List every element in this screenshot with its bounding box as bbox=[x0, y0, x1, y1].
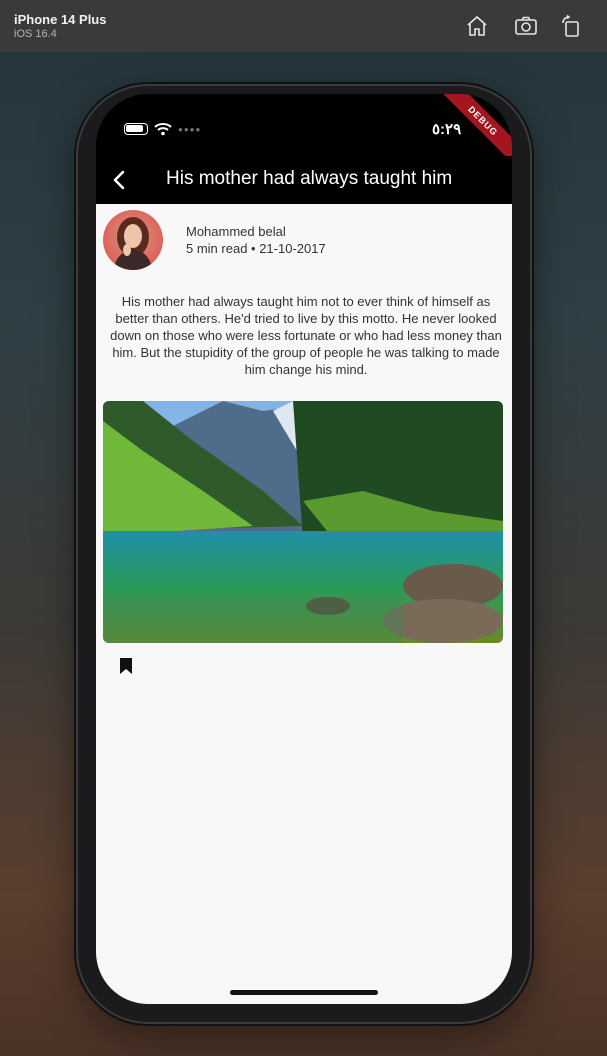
screenshot-icon[interactable] bbox=[514, 14, 538, 38]
bookmark-button[interactable] bbox=[118, 656, 134, 676]
rotate-icon[interactable] bbox=[559, 14, 583, 38]
avatar[interactable] bbox=[103, 210, 163, 270]
home-indicator[interactable] bbox=[230, 990, 378, 995]
app-bar: His mother had always taught him bbox=[96, 156, 512, 204]
author-name: Mohammed belal bbox=[186, 224, 286, 239]
article-body: Mohammed belal 5 min read • 21-10-2017 H… bbox=[96, 204, 512, 1004]
status-time: ٥:٢٩ bbox=[432, 121, 462, 138]
os-version: iOS 16.4 bbox=[14, 28, 57, 40]
device-name: iPhone 14 Plus bbox=[14, 12, 107, 27]
article-image bbox=[103, 401, 503, 643]
article-text: His mother had always taught him not to … bbox=[110, 294, 502, 377]
page-title: His mother had always taught him bbox=[166, 168, 453, 189]
status-bar-left: ●●●● bbox=[124, 122, 201, 136]
simulator-toolbar: iPhone 14 Plus iOS 16.4 bbox=[0, 0, 607, 52]
chevron-left-icon bbox=[113, 170, 125, 190]
home-icon[interactable] bbox=[465, 14, 489, 38]
app-screen: ●●●● ٥:٢٩ DEBUG His mother had always ta… bbox=[96, 94, 512, 1004]
signal-icon: ●●●● bbox=[178, 124, 202, 134]
article-meta: 5 min read • 21-10-2017 bbox=[186, 241, 326, 256]
wifi-icon bbox=[154, 123, 172, 136]
back-button[interactable] bbox=[106, 166, 134, 194]
battery-icon bbox=[124, 123, 148, 135]
bookmark-icon bbox=[120, 658, 132, 674]
